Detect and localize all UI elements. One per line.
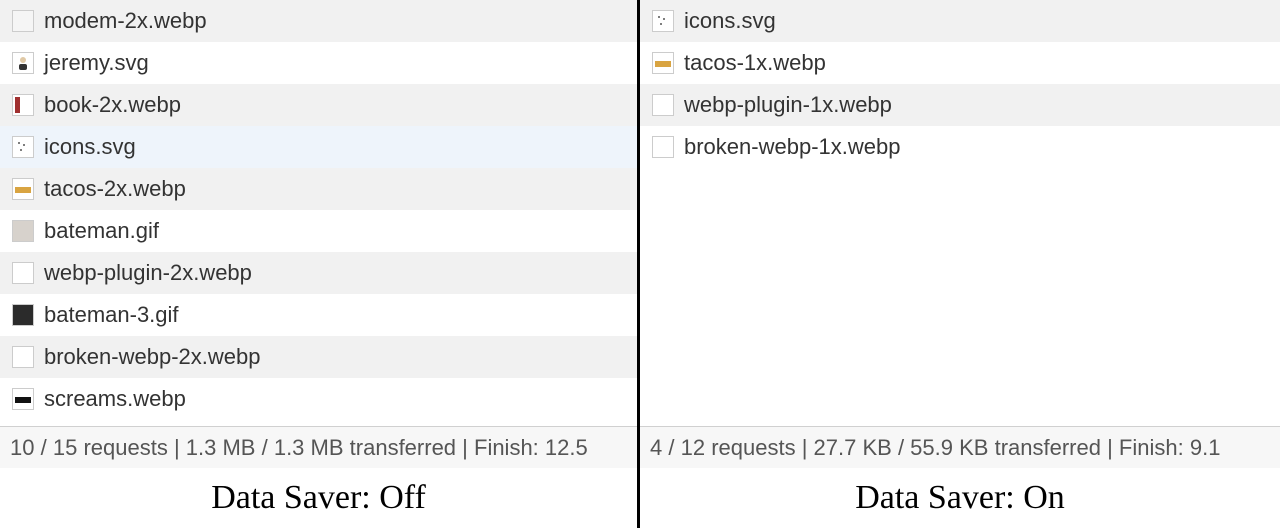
status-requests-label: requests <box>711 435 795 460</box>
file-name: broken-webp-2x.webp <box>44 344 260 370</box>
network-request-row[interactable]: icons.svg <box>0 126 637 168</box>
file-name: tacos-1x.webp <box>684 50 826 76</box>
status-requests-total: 12 <box>681 435 705 460</box>
status-bar-right: 4 / 12 requests | 27.7 KB / 55.9 KB tran… <box>640 426 1280 468</box>
network-request-row[interactable]: tacos-2x.webp <box>0 168 637 210</box>
file-name: icons.svg <box>44 134 136 160</box>
network-request-row[interactable]: jeremy.svg <box>0 42 637 84</box>
network-request-row[interactable]: broken-webp-1x.webp <box>640 126 1280 168</box>
status-requests-label: requests <box>83 435 167 460</box>
status-finish-label: Finish: <box>474 435 539 460</box>
file-name: broken-webp-1x.webp <box>684 134 900 160</box>
network-request-row[interactable]: icons.svg <box>640 0 1280 42</box>
status-transferred-label: transferred <box>995 435 1101 460</box>
network-request-row[interactable]: book-2x.webp <box>0 84 637 126</box>
file-name: icons.svg <box>684 8 776 34</box>
status-transferred-label: transferred <box>350 435 456 460</box>
status-transferred: 55.9 KB <box>910 435 988 460</box>
file-name: tacos-2x.webp <box>44 176 186 202</box>
file-thumbnail-icon <box>12 388 34 410</box>
status-transferred: 1.3 MB <box>274 435 344 460</box>
file-name: webp-plugin-1x.webp <box>684 92 892 118</box>
network-file-list-right[interactable]: icons.svg tacos-1x.webp webp-plugin-1x.web… <box>640 0 1280 426</box>
status-finish-label: Finish: <box>1119 435 1184 460</box>
file-name: modem-2x.webp <box>44 8 207 34</box>
file-name: bateman-3.gif <box>44 302 179 328</box>
file-thumbnail-icon <box>12 94 34 116</box>
network-file-list-left[interactable]: modem-2x.webp jeremy.svg book-2x.webp icons… <box>0 0 637 426</box>
panel-caption-left: Data Saver: Off <box>0 468 637 528</box>
network-request-row[interactable]: screams.webp <box>0 378 637 420</box>
panel-right: icons.svg tacos-1x.webp webp-plugin-1x.web… <box>640 0 1280 528</box>
panel-caption-right: Data Saver: On <box>640 468 1280 528</box>
file-thumbnail-icon <box>12 304 34 326</box>
status-size: 27.7 KB <box>814 435 892 460</box>
file-thumbnail-icon <box>12 136 34 158</box>
status-requests-filtered: 10 <box>10 435 34 460</box>
panel-left: modem-2x.webp jeremy.svg book-2x.webp icons… <box>0 0 640 528</box>
status-finish: 9.1 <box>1190 435 1221 460</box>
status-size: 1.3 MB <box>186 435 256 460</box>
file-thumbnail-icon <box>12 52 34 74</box>
network-request-row[interactable]: webp-plugin-1x.webp <box>640 84 1280 126</box>
file-thumbnail-icon <box>12 262 34 284</box>
file-thumbnail-icon <box>652 52 674 74</box>
network-request-row[interactable]: modem-2x.webp <box>0 0 637 42</box>
status-requests-filtered: 4 <box>650 435 662 460</box>
network-request-row[interactable]: bateman-3.gif <box>0 294 637 336</box>
network-request-row[interactable]: webp-plugin-2x.webp <box>0 252 637 294</box>
file-name: jeremy.svg <box>44 50 149 76</box>
file-thumbnail-icon <box>652 10 674 32</box>
file-name: book-2x.webp <box>44 92 181 118</box>
status-finish: 12.5 <box>545 435 588 460</box>
file-name: webp-plugin-2x.webp <box>44 260 252 286</box>
network-request-row[interactable]: broken-webp-2x.webp <box>0 336 637 378</box>
network-request-row[interactable]: tacos-1x.webp <box>640 42 1280 84</box>
status-bar-left: 10 / 15 requests | 1.3 MB / 1.3 MB trans… <box>0 426 637 468</box>
file-thumbnail-icon <box>652 136 674 158</box>
file-thumbnail-icon <box>12 178 34 200</box>
status-requests-total: 15 <box>53 435 77 460</box>
file-thumbnail-icon <box>12 10 34 32</box>
file-thumbnail-icon <box>12 346 34 368</box>
network-request-row[interactable]: bateman.gif <box>0 210 637 252</box>
file-thumbnail-icon <box>652 94 674 116</box>
file-name: bateman.gif <box>44 218 159 244</box>
comparison-container: modem-2x.webp jeremy.svg book-2x.webp icons… <box>0 0 1280 528</box>
file-name: screams.webp <box>44 386 186 412</box>
file-thumbnail-icon <box>12 220 34 242</box>
